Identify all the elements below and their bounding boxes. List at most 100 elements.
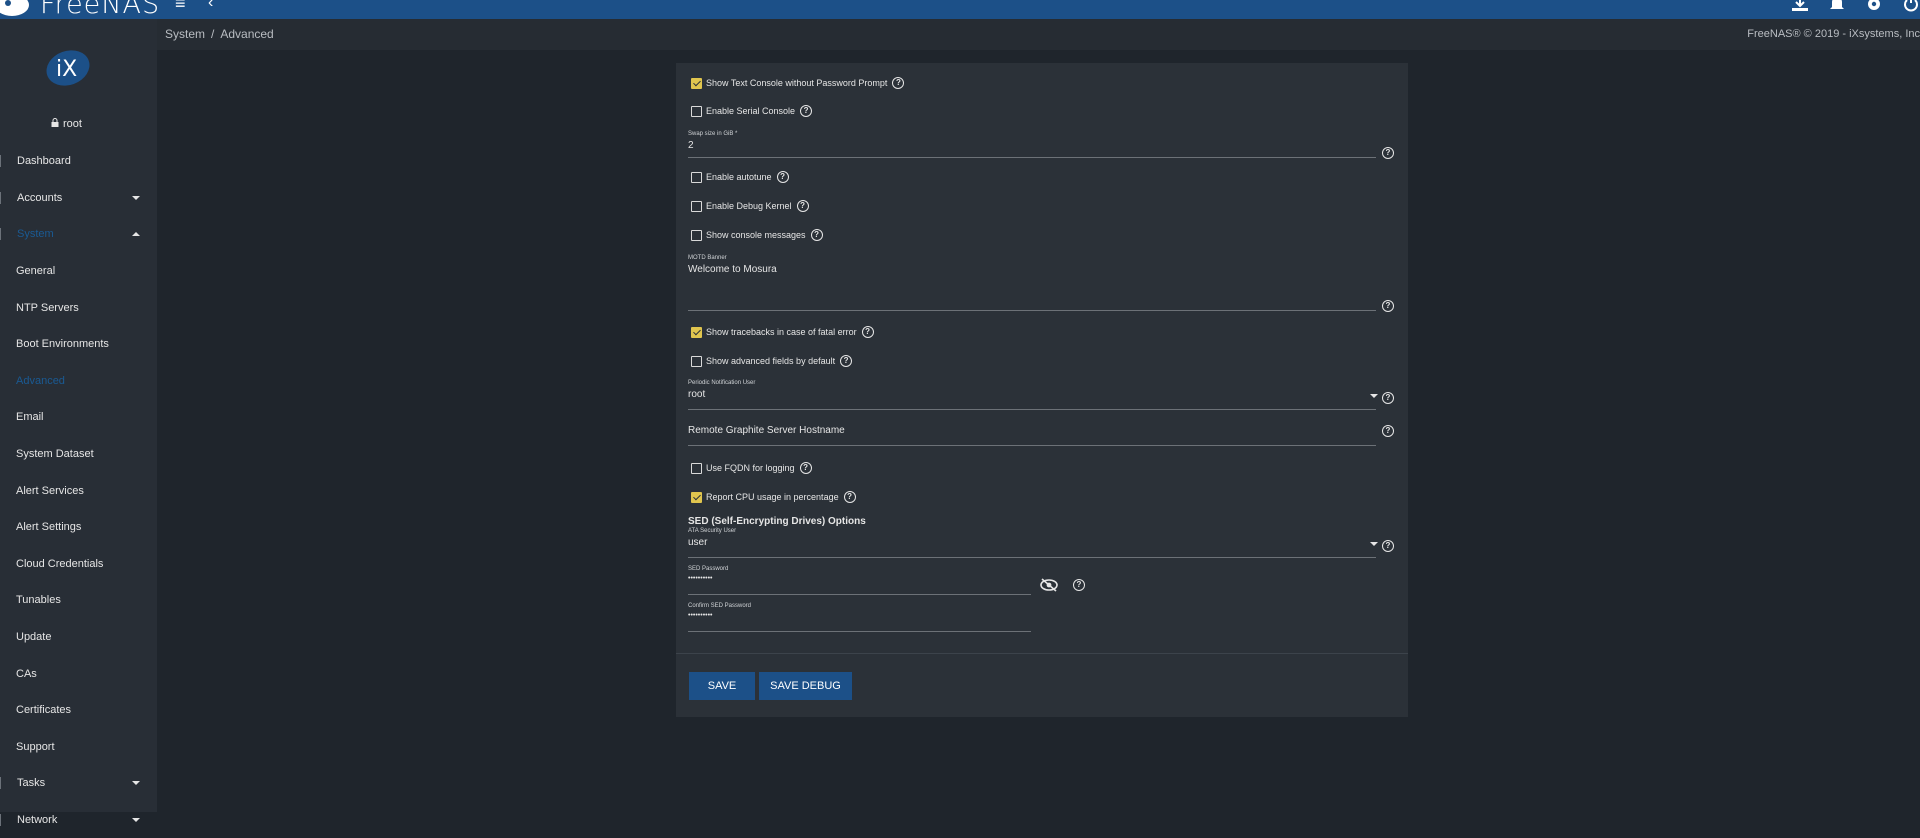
sidebar-item-label: Dashboard — [17, 155, 71, 168]
help-icon[interactable]: ? — [1382, 540, 1394, 552]
console-messages-row[interactable]: Show console messages ? — [691, 229, 823, 241]
ata-user-label: ATA Security User — [688, 528, 737, 534]
sidebar-nav: Dashboard Accounts System General NTP Server… — [0, 143, 157, 838]
chevron-left-icon[interactable]: ‹ — [208, 0, 213, 12]
chevron-down-icon[interactable] — [1370, 394, 1378, 398]
divider — [676, 653, 1408, 654]
help-icon[interactable]: ? — [776, 171, 789, 183]
cpu-percent-checkbox[interactable] — [691, 491, 702, 503]
breadcrumb-bar: System / Advanced FreeNAS® © 2019 - iXsyst… — [157, 19, 1920, 50]
tracebacks-checkbox[interactable] — [691, 326, 702, 338]
sidebar-item-tasks[interactable]: Tasks — [0, 765, 157, 802]
help-icon[interactable]: ? — [1382, 147, 1394, 159]
breadcrumb-parent[interactable]: System — [165, 27, 205, 41]
notification-user-select[interactable]: Periodic Notification User root ? — [688, 380, 1398, 410]
sidebar-item-dashboard[interactable]: Dashboard — [0, 143, 157, 180]
serial-console-label: Enable Serial Console — [706, 106, 796, 116]
breadcrumb-separator: / — [211, 27, 215, 41]
advanced-fields-row[interactable]: Show advanced fields by default ? — [691, 355, 853, 367]
sed-password-field[interactable]: SED Password •••••••••• ? — [688, 566, 1088, 596]
chevron-up-icon — [132, 232, 140, 237]
sidebar-item-alert-settings[interactable]: Alert Settings — [0, 509, 157, 546]
help-icon[interactable]: ? — [1073, 579, 1085, 591]
chevron-down-icon[interactable] — [1370, 542, 1378, 546]
sidebar-item-label: Cloud Credentials — [16, 557, 104, 570]
autotune-checkbox[interactable] — [691, 171, 702, 183]
console-messages-checkbox[interactable] — [691, 229, 702, 241]
debug-kernel-row[interactable]: Enable Debug Kernel ? — [691, 200, 809, 212]
ata-user-value[interactable]: user — [688, 537, 1398, 548]
sidebar-item-boot-environments[interactable]: Boot Environments — [0, 326, 157, 363]
eye-off-icon[interactable] — [1040, 578, 1058, 597]
sidebar-item-alert-services[interactable]: Alert Services — [0, 472, 157, 509]
sidebar-item-email[interactable]: Email — [0, 399, 157, 436]
user-name: root — [63, 118, 82, 130]
sidebar-item-system[interactable]: System — [0, 216, 157, 253]
debug-kernel-label: Enable Debug Kernel — [706, 201, 792, 211]
bell-icon[interactable] — [1828, 0, 1846, 12]
confirm-sed-password-underline — [688, 631, 1031, 632]
download-icon[interactable] — [1791, 0, 1809, 12]
motd-textarea[interactable]: Welcome to Mosura — [688, 264, 1398, 275]
cpu-percent-row[interactable]: Report CPU usage in percentage ? — [691, 491, 856, 503]
sidebar-item-marker — [0, 813, 3, 826]
top-bar: FreeNAS ≡ ‹ — [0, 0, 1920, 20]
help-icon[interactable]: ? — [796, 200, 809, 212]
sidebar-item-cloud-credentials[interactable]: Cloud Credentials — [0, 546, 157, 583]
sidebar-item-advanced[interactable]: Advanced — [0, 363, 157, 400]
save-debug-button[interactable]: SAVE DEBUG — [759, 672, 852, 700]
serial-console-row[interactable]: Enable Serial Console ? — [691, 105, 813, 117]
confirm-sed-password-input[interactable]: •••••••••• — [688, 612, 1088, 619]
sidebar-item-ntp-servers[interactable]: NTP Servers — [0, 289, 157, 326]
sidebar-item-accounts[interactable]: Accounts — [0, 180, 157, 217]
motd-field[interactable]: MOTD Banner Welcome to Mosura ? — [688, 255, 1398, 315]
sidebar-item-marker — [0, 228, 3, 241]
sidebar-item-cas[interactable]: CAs — [0, 655, 157, 692]
debug-kernel-checkbox[interactable] — [691, 200, 702, 212]
chevron-down-icon — [132, 817, 140, 822]
help-icon[interactable]: ? — [800, 105, 813, 117]
swap-field[interactable]: Swap size in GiB * 2 ? — [688, 131, 1398, 159]
sidebar-item-system-dataset[interactable]: System Dataset — [0, 436, 157, 473]
advanced-fields-checkbox[interactable] — [691, 355, 702, 367]
help-icon[interactable]: ? — [892, 77, 905, 89]
help-icon[interactable]: ? — [1382, 300, 1394, 312]
power-icon[interactable] — [1902, 0, 1920, 12]
help-icon[interactable]: ? — [861, 326, 874, 338]
brand-name: FreeNAS — [40, 0, 161, 20]
help-icon[interactable]: ? — [843, 491, 856, 503]
ata-user-select[interactable]: ATA Security User user ? — [688, 528, 1398, 558]
serial-console-checkbox[interactable] — [691, 105, 702, 117]
help-icon[interactable]: ? — [840, 355, 853, 367]
gear-icon[interactable] — [1865, 0, 1883, 12]
sidebar-item-general[interactable]: General — [0, 253, 157, 290]
help-icon[interactable]: ? — [810, 229, 823, 241]
sed-password-input[interactable]: •••••••••• — [688, 575, 1088, 582]
sidebar-item-network[interactable]: Network — [0, 802, 157, 838]
autotune-row[interactable]: Enable autotune ? — [691, 171, 789, 183]
sidebar-item-support[interactable]: Support — [0, 729, 157, 766]
notification-user-underline — [688, 409, 1376, 410]
confirm-sed-password-field[interactable]: Confirm SED Password •••••••••• — [688, 603, 1088, 633]
brand-logo[interactable]: FreeNAS — [0, 0, 161, 20]
graphite-field[interactable]: Remote Graphite Server Hostname ? — [688, 425, 1398, 449]
show-text-console-checkbox[interactable] — [691, 77, 702, 89]
sidebar-item-certificates[interactable]: Certificates — [0, 692, 157, 729]
sidebar-item-update[interactable]: Update — [0, 619, 157, 656]
sidebar-item-label: Tunables — [16, 594, 61, 607]
sidebar-item-label: Boot Environments — [16, 338, 109, 351]
menu-icon[interactable]: ≡ — [175, 0, 195, 16]
show-text-console-row[interactable]: Show Text Console without Password Promp… — [691, 77, 905, 89]
save-button[interactable]: SAVE — [689, 672, 755, 700]
swap-input[interactable]: 2 — [688, 140, 1398, 151]
tracebacks-row[interactable]: Show tracebacks in case of fatal error ? — [691, 326, 874, 338]
sidebar-item-label: System Dataset — [16, 448, 94, 461]
notification-user-value[interactable]: root — [688, 389, 1398, 400]
fqdn-row[interactable]: Use FQDN for logging ? — [691, 462, 812, 474]
help-icon[interactable]: ? — [799, 462, 812, 474]
help-icon[interactable]: ? — [1382, 425, 1394, 437]
fqdn-checkbox[interactable] — [691, 462, 702, 474]
graphite-input[interactable]: Remote Graphite Server Hostname — [688, 425, 1398, 436]
help-icon[interactable]: ? — [1382, 392, 1394, 404]
sidebar-item-tunables[interactable]: Tunables — [0, 582, 157, 619]
